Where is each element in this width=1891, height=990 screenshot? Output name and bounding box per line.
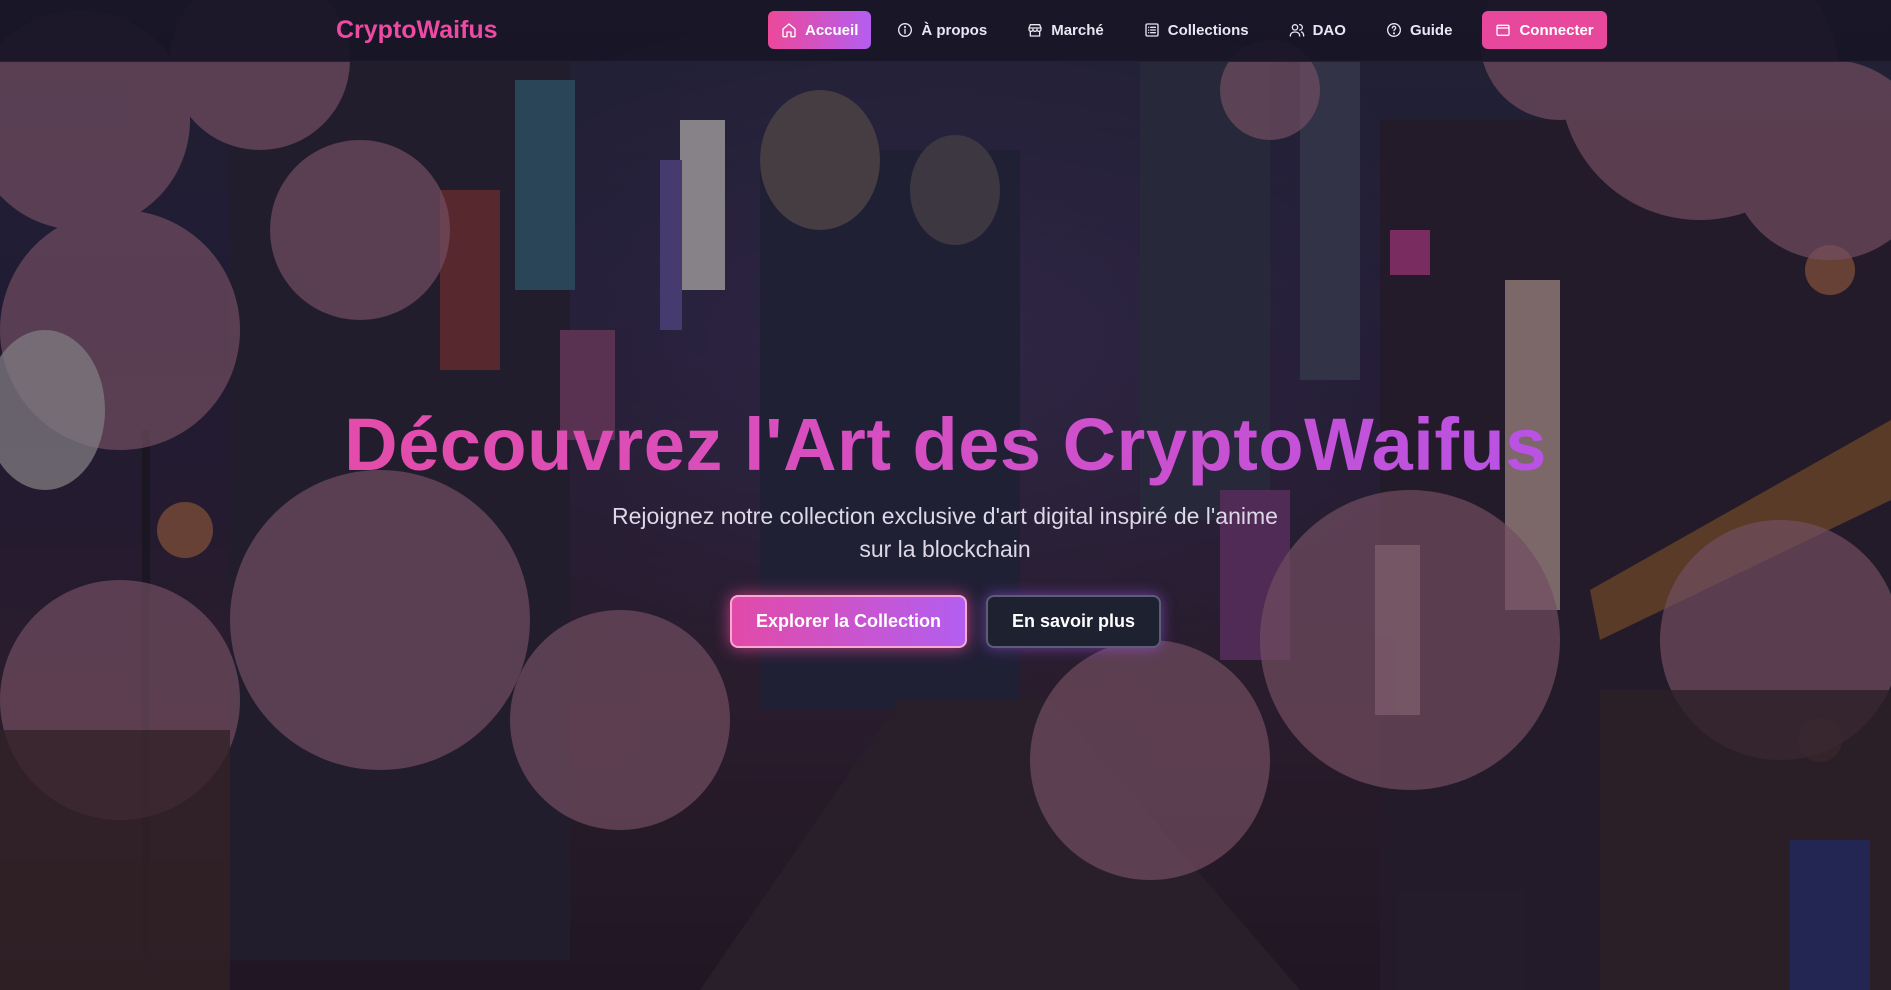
collections-icon — [1144, 22, 1160, 38]
nav-item-label: DAO — [1312, 21, 1346, 39]
connect-button-label: Connecter — [1519, 21, 1594, 39]
brand-logo[interactable]: CryptoWaifus — [336, 16, 498, 45]
explore-collection-button[interactable]: Explorer la Collection — [730, 595, 967, 648]
learn-more-button[interactable]: En savoir plus — [986, 595, 1161, 648]
wallet-icon — [1495, 22, 1511, 38]
connect-wallet-button[interactable]: Connecter — [1482, 11, 1607, 49]
help-circle-icon — [1386, 22, 1402, 38]
nav-item-dao[interactable]: DAO — [1275, 11, 1360, 49]
home-icon — [781, 22, 797, 38]
nav-item-a-propos[interactable]: À propos — [883, 11, 1001, 49]
background-dim-overlay — [0, 0, 1891, 990]
hero-actions: Explorer la Collection En savoir plus — [730, 595, 1161, 648]
nav-item-label: Marché — [1051, 21, 1104, 39]
users-icon — [1289, 22, 1305, 38]
nav-item-label: Collections — [1167, 21, 1249, 39]
top-navbar: CryptoWaifus Accueil À propos Marché Col… — [0, 0, 1891, 62]
nav-item-guide[interactable]: Guide — [1372, 11, 1467, 49]
main-nav: Accueil À propos Marché Collections DAO — [768, 11, 1607, 49]
hero-subtitle: Rejoignez notre collection exclusive d'a… — [612, 503, 1278, 562]
info-icon — [897, 22, 913, 38]
hero-title: Découvrez l'Art des CryptoWaifus — [0, 402, 1891, 487]
nav-item-accueil[interactable]: Accueil — [768, 11, 872, 49]
nav-item-label: À propos — [921, 21, 988, 39]
nav-item-marche[interactable]: Marché — [1013, 11, 1118, 49]
nav-item-label: Guide — [1409, 21, 1453, 39]
store-icon — [1027, 22, 1043, 38]
hero-background-image — [0, 0, 1891, 990]
nav-item-collections[interactable]: Collections — [1130, 11, 1263, 49]
nav-item-label: Accueil — [805, 21, 859, 39]
